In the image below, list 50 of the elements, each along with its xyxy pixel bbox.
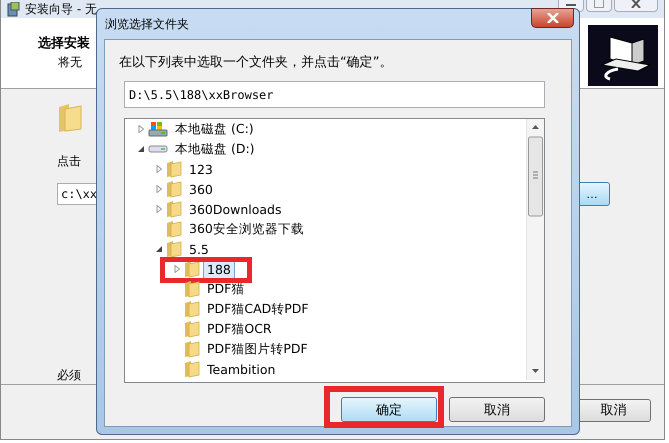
scrollbar[interactable] [526, 119, 544, 380]
folder-icon [166, 220, 182, 238]
page-subheading: 将无 [57, 54, 83, 72]
close-icon [546, 13, 558, 23]
folder-icon [184, 280, 200, 298]
tree-item[interactable]: PDF猫图片转PDF [203, 338, 312, 360]
folder-icon [166, 160, 182, 178]
expand-arrow-icon[interactable] [137, 125, 145, 133]
cancel-button[interactable]: 取消 [449, 397, 545, 422]
drive-icon [148, 121, 168, 137]
close-icon [631, 0, 641, 8]
window-title: 安装向导 - 无 [25, 0, 97, 18]
tree-item[interactable]: PDF猫CAD转PDF [203, 298, 313, 320]
tree-item[interactable]: 本地磁盘 (D:) [171, 138, 259, 160]
expand-arrow-icon[interactable] [173, 265, 181, 273]
instruction-text: 在以下列表中选取一个文件夹，并点击“确定”。 [119, 54, 394, 71]
folder-icon [57, 103, 83, 134]
close-button[interactable] [531, 8, 574, 28]
page-heading: 选择安装 [38, 34, 90, 52]
note-text: 必须 [57, 367, 81, 384]
tree-item[interactable]: Teambition [203, 360, 280, 378]
tree-item[interactable]: 360 [185, 180, 217, 198]
tree-item[interactable]: PDF猫 [203, 278, 248, 300]
maximize-icon [594, 0, 604, 8]
path-field[interactable]: D:\5.5\188\xxBrowser [124, 81, 545, 108]
tree-item[interactable]: PDF猫OCR [203, 318, 276, 340]
tree-item[interactable]: 本地磁盘 (C:) [171, 118, 258, 140]
drive-icon [148, 145, 168, 153]
folder-icon [184, 260, 200, 278]
tree-item[interactable]: 360Downloads [185, 200, 286, 218]
collapse-arrow-icon[interactable] [137, 145, 145, 153]
folder-icon [184, 320, 200, 338]
dialog-title: 浏览选择文件夹 [104, 16, 189, 32]
folder-icon [184, 300, 200, 318]
expand-arrow-icon[interactable] [155, 205, 163, 213]
expand-arrow-icon[interactable] [155, 165, 163, 173]
computer-icon [588, 25, 658, 86]
instruction-text: 点击 [57, 153, 81, 170]
folder-icon [184, 340, 200, 358]
collapse-arrow-icon[interactable] [155, 245, 163, 253]
tree-item[interactable]: 360安全浏览器下载 [185, 218, 308, 240]
tree-item[interactable]: 5.5 [185, 240, 213, 258]
expand-arrow-icon[interactable] [155, 185, 163, 193]
folder-icon [166, 180, 182, 198]
ok-button[interactable]: 确定 [341, 397, 437, 422]
folder-icon [166, 240, 182, 258]
installer-icon [7, 2, 21, 17]
folder-icon [184, 360, 200, 378]
tree-item[interactable]: 123 [185, 160, 217, 178]
folder-icon [166, 200, 182, 218]
